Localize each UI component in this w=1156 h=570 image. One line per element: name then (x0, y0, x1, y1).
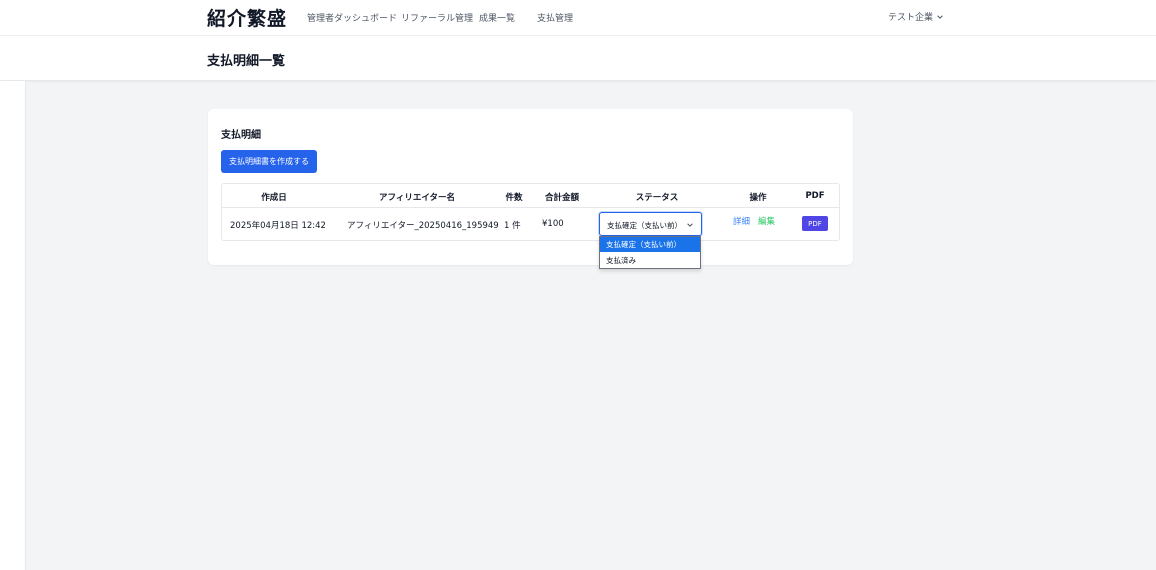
brand-logo[interactable]: 紹介繁盛 (207, 4, 287, 31)
detail-link[interactable]: 詳細 (733, 215, 750, 227)
create-statement-button[interactable]: 支払明細書を作成する (221, 150, 317, 173)
chevron-down-icon (937, 14, 943, 19)
card-title: 支払明細 (221, 130, 261, 141)
edit-link[interactable]: 編集 (758, 215, 775, 227)
status-option-paid[interactable]: 支払済み (600, 253, 700, 268)
page-title: 支払明細一覧 (207, 54, 286, 69)
nav-link-payment-management[interactable]: 支払管理 (537, 11, 573, 24)
column-header-actions: 操作 (749, 193, 767, 203)
user-menu[interactable]: テスト企業 (888, 10, 944, 23)
column-header-total: 合計金額 (544, 193, 580, 203)
chevron-down-icon (687, 223, 693, 227)
cell-total: ¥100 (542, 219, 564, 229)
left-rail (0, 81, 26, 570)
user-menu-label: テスト企業 (888, 13, 934, 23)
status-dropdown-list: 支払確定（支払い前） 支払済み (599, 236, 701, 269)
cell-count: 1 件 (504, 221, 521, 231)
column-header-pdf: PDF (805, 191, 825, 201)
nav-link-results[interactable]: 成果一覧 (479, 11, 515, 24)
cell-affiliator: アフィリエイター_20250416_195949 (347, 221, 499, 231)
nav-link-referral-management[interactable]: リファーラル管理 (401, 11, 473, 24)
statements-table: 作成日 アフィリエイター名 件数 合計金額 ステータス 操作 PDF 2025年… (221, 183, 840, 241)
column-header-count: 件数 (505, 193, 523, 203)
pdf-button[interactable]: PDF (802, 216, 828, 231)
column-header-status: ステータス (635, 193, 679, 203)
cell-created-at: 2025年04月18日 12:42 (230, 221, 326, 231)
status-select[interactable]: 支払確定（支払い前） (599, 212, 702, 236)
payment-statements-card: 支払明細 支払明細書を作成する 作成日 アフィリエイター名 件数 合計金額 ステ… (208, 109, 853, 265)
header-divider (222, 207, 839, 208)
column-header-created-at: 作成日 (261, 193, 287, 203)
status-select-value: 支払確定（支払い前） (607, 221, 682, 230)
page-header: 支払明細一覧 (0, 36, 1156, 80)
top-navbar: 紹介繁盛 管理者ダッシュボード リファーラル管理 成果一覧 支払管理 テスト企業 (0, 0, 1156, 36)
column-header-affiliator: アフィリエイター名 (379, 193, 455, 203)
nav-link-admin-dashboard[interactable]: 管理者ダッシュボード (307, 11, 397, 24)
status-option-confirmed[interactable]: 支払確定（支払い前） (600, 237, 700, 252)
